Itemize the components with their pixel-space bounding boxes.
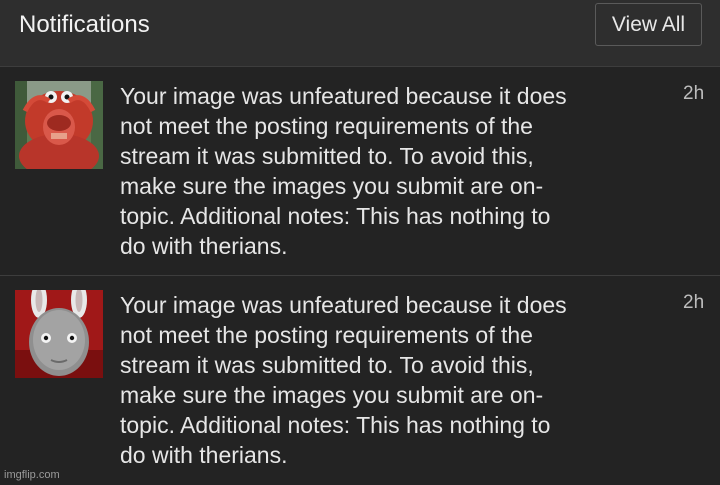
notification-timestamp: 2h bbox=[683, 292, 705, 313]
notification-message: Your image was unfeatured because it doe… bbox=[120, 81, 660, 261]
page-title: Notifications bbox=[19, 11, 150, 38]
message-line: topic. Additional notes: This has nothin… bbox=[120, 412, 551, 438]
view-all-button[interactable]: View All bbox=[595, 3, 702, 46]
message-line: Your image was unfeatured because it doe… bbox=[120, 292, 567, 318]
watermark: imgflip.com bbox=[4, 469, 60, 481]
message-line: stream it was submitted to. To avoid thi… bbox=[120, 143, 534, 169]
message-line: make sure the images you submit are on- bbox=[120, 173, 544, 199]
notifications-header: Notifications View All bbox=[0, 0, 720, 67]
notification-message: Your image was unfeatured because it doe… bbox=[120, 290, 660, 470]
message-line: not meet the posting requirements of the bbox=[120, 322, 533, 348]
message-line: make sure the images you submit are on- bbox=[120, 382, 544, 408]
message-line: topic. Additional notes: This has nothin… bbox=[120, 203, 551, 229]
message-line: Your image was unfeatured because it doe… bbox=[120, 83, 567, 109]
message-line: not meet the posting requirements of the bbox=[120, 113, 533, 139]
red-creature-thumbnail-icon bbox=[15, 81, 103, 169]
notifications-panel: Notifications View All Your image was un… bbox=[0, 0, 720, 485]
message-line: stream it was submitted to. To avoid thi… bbox=[120, 352, 534, 378]
notification-timestamp: 2h bbox=[683, 83, 705, 104]
message-line: do with therians. bbox=[120, 233, 288, 259]
notification-avatar[interactable] bbox=[15, 81, 103, 169]
message-line: do with therians. bbox=[120, 442, 288, 468]
notification-avatar[interactable] bbox=[15, 290, 103, 378]
notification-item[interactable]: Your image was unfeatured because it doe… bbox=[0, 67, 720, 276]
notification-item[interactable]: Your image was unfeatured because it doe… bbox=[0, 276, 720, 485]
gray-bunny-ears-face-thumbnail-icon bbox=[15, 290, 103, 378]
